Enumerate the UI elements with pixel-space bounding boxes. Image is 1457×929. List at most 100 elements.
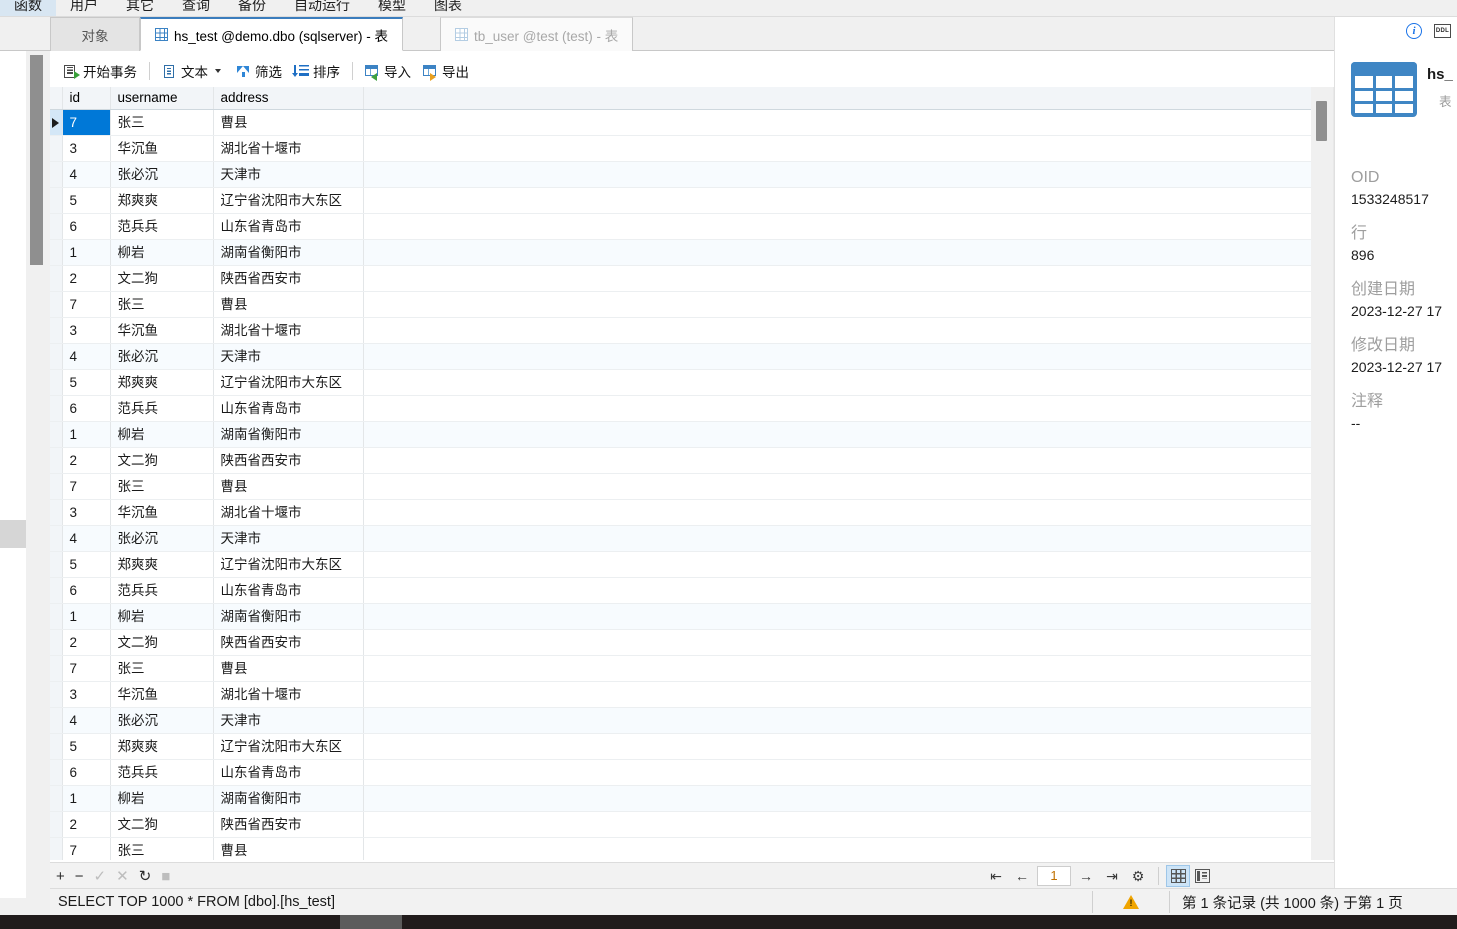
table-row[interactable]: 6 范兵兵 山东省青岛市: [50, 577, 1319, 604]
cell-id[interactable]: 1: [62, 239, 111, 266]
cell-username[interactable]: 文二狗: [110, 265, 214, 292]
table-row[interactable]: 3 华沉鱼 湖北省十堰市: [50, 499, 1319, 526]
cell-username[interactable]: 柳岩: [110, 239, 214, 266]
cell-address[interactable]: 山东省青岛市: [213, 577, 364, 604]
row-indicator[interactable]: [50, 551, 63, 578]
first-page-button[interactable]: ⇤: [983, 863, 1009, 889]
chevron-down-icon[interactable]: [215, 69, 221, 73]
cell-username[interactable]: 文二狗: [110, 629, 214, 656]
cell-id[interactable]: 3: [62, 135, 111, 162]
table-row[interactable]: 4 张必沉 天津市: [50, 161, 1319, 188]
cell-id[interactable]: 1: [62, 785, 111, 812]
table-row[interactable]: 4 张必沉 天津市: [50, 707, 1319, 734]
table-row[interactable]: 3 华沉鱼 湖北省十堰市: [50, 317, 1319, 344]
cell-address[interactable]: 曹县: [213, 473, 364, 500]
cell-address[interactable]: 湖南省衡阳市: [213, 785, 364, 812]
cell-username[interactable]: 郑爽爽: [110, 551, 214, 578]
table-row[interactable]: 5 郑爽爽 辽宁省沈阳市大东区: [50, 733, 1319, 760]
cell-id[interactable]: 6: [62, 395, 111, 422]
cell-username[interactable]: 张必沉: [110, 343, 214, 370]
menu-item-1[interactable]: 用户: [56, 0, 112, 16]
page-settings-button[interactable]: ⚙: [1125, 863, 1151, 889]
cell-id[interactable]: 5: [62, 551, 111, 578]
cell-id[interactable]: 5: [62, 187, 111, 214]
row-indicator[interactable]: [50, 681, 63, 708]
cell-address[interactable]: 天津市: [213, 525, 364, 552]
table-row[interactable]: 6 范兵兵 山东省青岛市: [50, 759, 1319, 786]
table-row[interactable]: 1 柳岩 湖南省衡阳市: [50, 785, 1319, 812]
row-indicator[interactable]: [50, 135, 63, 162]
row-indicator[interactable]: [50, 369, 63, 396]
tab-hs-test[interactable]: hs_test @demo.dbo (sqlserver) - 表: [140, 17, 404, 51]
table-row[interactable]: 7 张三 曹县: [50, 473, 1319, 500]
table-row[interactable]: 4 张必沉 天津市: [50, 343, 1319, 370]
cell-id[interactable]: 3: [62, 499, 111, 526]
cell-address[interactable]: 辽宁省沈阳市大东区: [213, 551, 364, 578]
menu-item-3[interactable]: 查询: [168, 0, 224, 16]
column-header-id[interactable]: id: [62, 87, 111, 110]
cell-id[interactable]: 2: [62, 265, 111, 292]
cell-address[interactable]: 天津市: [213, 707, 364, 734]
ddl-icon[interactable]: DDL: [1434, 24, 1451, 38]
table-row[interactable]: 2 文二狗 陕西省西安市: [50, 811, 1319, 838]
cell-address[interactable]: 山东省青岛市: [213, 395, 364, 422]
table-row[interactable]: 4 张必沉 天津市: [50, 525, 1319, 552]
table-row[interactable]: 5 郑爽爽 辽宁省沈阳市大东区: [50, 551, 1319, 578]
cell-address[interactable]: 辽宁省沈阳市大东区: [213, 369, 364, 396]
next-page-button[interactable]: →: [1073, 863, 1099, 889]
cell-username[interactable]: 柳岩: [110, 421, 214, 448]
row-indicator[interactable]: [50, 603, 63, 630]
cell-address[interactable]: 湖北省十堰市: [213, 317, 364, 344]
cell-address[interactable]: 辽宁省沈阳市大东区: [213, 187, 364, 214]
row-indicator[interactable]: [50, 707, 63, 734]
cell-id[interactable]: 1: [62, 603, 111, 630]
menu-item-4[interactable]: 备份: [224, 0, 280, 16]
table-row[interactable]: 7 张三 曹县: [50, 837, 1319, 860]
last-page-button[interactable]: ⇥: [1099, 863, 1125, 889]
row-indicator[interactable]: [50, 525, 63, 552]
cell-username[interactable]: 范兵兵: [110, 395, 214, 422]
cell-id[interactable]: 7: [62, 291, 111, 318]
table-row[interactable]: 7 张三 曹县: [50, 655, 1319, 682]
cell-address[interactable]: 湖北省十堰市: [213, 499, 364, 526]
cell-username[interactable]: 郑爽爽: [110, 187, 214, 214]
cell-id[interactable]: 7: [62, 109, 111, 136]
cell-id[interactable]: 4: [62, 707, 111, 734]
row-indicator[interactable]: [50, 213, 63, 240]
cell-id[interactable]: 2: [62, 811, 111, 838]
row-indicator[interactable]: [50, 239, 63, 266]
table-row[interactable]: 7 张三 曹县: [50, 291, 1319, 318]
table-row[interactable]: 3 华沉鱼 湖北省十堰市: [50, 681, 1319, 708]
cell-username[interactable]: 郑爽爽: [110, 733, 214, 760]
page-number-input[interactable]: 1: [1037, 866, 1071, 886]
begin-transaction-button[interactable]: 开始事务: [58, 59, 143, 83]
row-indicator[interactable]: [50, 291, 63, 318]
menu-item-6[interactable]: 模型: [364, 0, 420, 16]
warning-icon[interactable]: !: [1123, 895, 1139, 909]
left-pane-scrollbar-thumb[interactable]: [30, 55, 43, 265]
row-indicator[interactable]: [50, 759, 63, 786]
cell-username[interactable]: 华沉鱼: [110, 317, 214, 344]
row-indicator[interactable]: [50, 811, 63, 838]
menu-item-7[interactable]: 图表: [420, 0, 476, 16]
prev-page-button[interactable]: ←: [1009, 863, 1035, 889]
cell-username[interactable]: 张三: [110, 837, 214, 860]
import-button[interactable]: 导入: [359, 59, 417, 83]
cell-address[interactable]: 山东省青岛市: [213, 213, 364, 240]
row-indicator[interactable]: [50, 447, 63, 474]
cell-address[interactable]: 曹县: [213, 655, 364, 682]
cell-id[interactable]: 4: [62, 343, 111, 370]
row-indicator[interactable]: [50, 395, 63, 422]
cell-id[interactable]: 2: [62, 447, 111, 474]
minus-icon[interactable]: −: [75, 869, 84, 884]
menu-item-2[interactable]: 其它: [112, 0, 168, 16]
cell-username[interactable]: 张三: [110, 655, 214, 682]
menu-item-5[interactable]: 自动运行: [280, 0, 364, 16]
cell-id[interactable]: 7: [62, 473, 111, 500]
row-indicator[interactable]: [50, 785, 63, 812]
cell-address[interactable]: 湖南省衡阳市: [213, 239, 364, 266]
cell-id[interactable]: 3: [62, 317, 111, 344]
table-row[interactable]: 6 范兵兵 山东省青岛市: [50, 395, 1319, 422]
cell-id[interactable]: 6: [62, 759, 111, 786]
cell-id[interactable]: 4: [62, 525, 111, 552]
